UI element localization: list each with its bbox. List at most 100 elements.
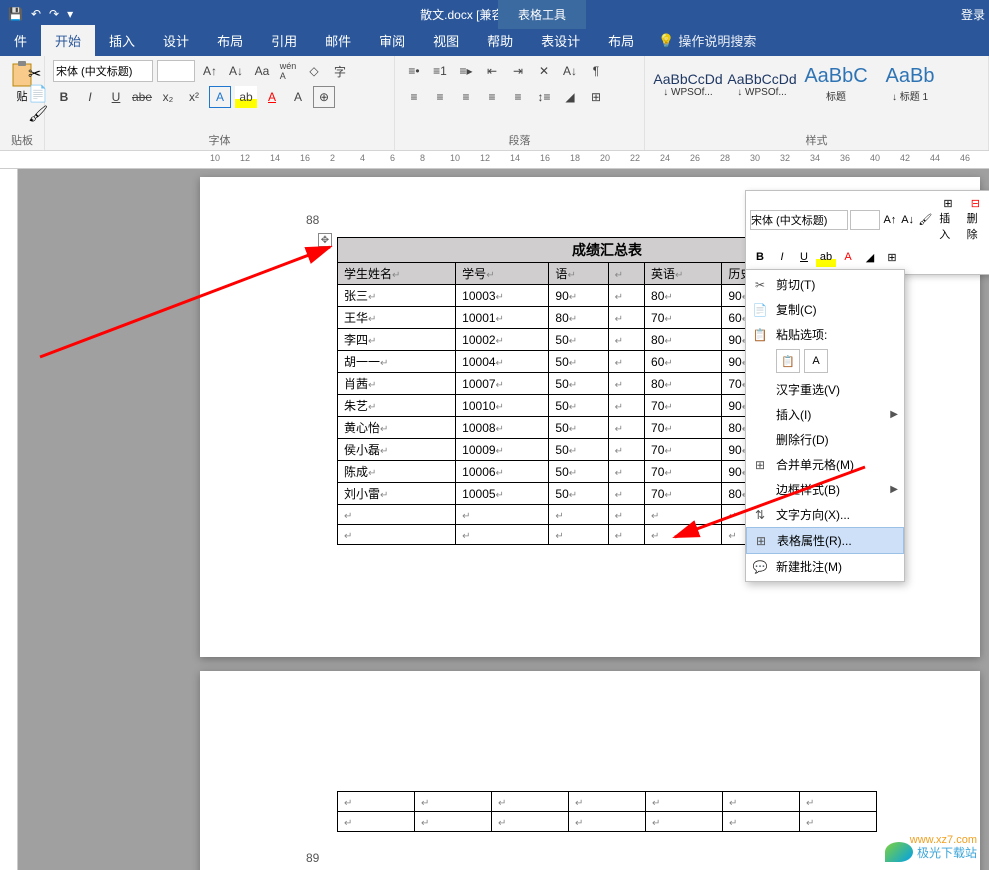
align-center-icon[interactable]: ≡ (429, 86, 451, 108)
tab-home[interactable]: 开始 (41, 25, 95, 56)
enclose-char-icon[interactable]: ⊕ (313, 86, 335, 108)
horizontal-ruler[interactable]: 1012141624681012141618202224262830323436… (0, 151, 989, 169)
mini-font-color-icon[interactable]: A (838, 247, 858, 267)
mini-shading-icon[interactable]: ◢ (860, 247, 880, 267)
text-effects-icon[interactable]: A (209, 86, 231, 108)
tab-design[interactable]: 设计 (149, 25, 203, 56)
mini-underline-button[interactable]: U (794, 247, 814, 267)
line-spacing-icon[interactable]: ↕≡ (533, 86, 555, 108)
paste-option-1[interactable]: 📋 (776, 349, 800, 373)
paste-icon: 📋 (752, 328, 768, 342)
style-gallery-item[interactable]: AaBbCcDd↓ WPSOf... (653, 66, 723, 103)
menu-smart-lookup[interactable]: 汉字重选(V) (746, 377, 904, 402)
asian-layout-icon[interactable]: ✕ (533, 60, 555, 82)
menu-new-comment[interactable]: 💬新建批注(M) (746, 554, 904, 579)
align-left-icon[interactable]: ≡ (403, 86, 425, 108)
change-case-icon[interactable]: Aa (251, 60, 273, 82)
align-justify-icon[interactable]: ≡ (481, 86, 503, 108)
underline-button[interactable]: U (105, 86, 127, 108)
highlight-icon[interactable]: ab (235, 86, 257, 108)
empty-table[interactable] (337, 791, 877, 832)
menu-cut[interactable]: ✂剪切(T) (746, 272, 904, 297)
menu-copy[interactable]: 📄复制(C) (746, 297, 904, 322)
align-distribute-icon[interactable]: ≡ (507, 86, 529, 108)
qat-dropdown-icon[interactable]: ▾ (67, 7, 73, 21)
tell-me-label: 操作说明搜索 (678, 31, 756, 50)
font-family-combo[interactable] (53, 60, 153, 82)
mini-size-combo[interactable] (850, 210, 880, 230)
menu-border-style[interactable]: 边框样式(B)▶ (746, 477, 904, 502)
copy-icon[interactable]: 📄 (28, 84, 48, 104)
save-icon[interactable]: 💾 (8, 7, 23, 21)
tell-me-search[interactable]: 💡 操作说明搜索 (648, 25, 766, 56)
tab-insert[interactable]: 插入 (95, 25, 149, 56)
menu-insert[interactable]: 插入(I)▶ (746, 402, 904, 427)
mini-insert-button[interactable]: ⊞插入 (935, 195, 960, 244)
merge-icon: ⊞ (752, 458, 768, 472)
bullets-icon[interactable]: ≡• (403, 60, 425, 82)
menu-merge-cells[interactable]: ⊞合并单元格(M) (746, 452, 904, 477)
pinyin-icon[interactable]: wénA (277, 60, 299, 82)
shading-icon[interactable]: ◢ (559, 86, 581, 108)
shrink-font-icon[interactable]: A↓ (225, 60, 247, 82)
menu-cut-label: 剪切(T) (776, 276, 815, 293)
redo-icon[interactable]: ↷ (49, 7, 59, 21)
tab-table-layout[interactable]: 布局 (594, 25, 648, 56)
group-font: A↑ A↓ Aa wénA ◇ 字 B I U abe x₂ x² A ab A… (45, 56, 395, 150)
mini-highlight-icon[interactable]: ab (816, 247, 836, 267)
strike-button[interactable]: abe (131, 86, 153, 108)
style-gallery-item[interactable]: AaBbCcDd↓ WPSOf... (727, 66, 797, 103)
bold-button[interactable]: B (53, 86, 75, 108)
tab-layout[interactable]: 布局 (203, 25, 257, 56)
font-color-icon[interactable]: A (261, 86, 283, 108)
numbering-icon[interactable]: ≡1 (429, 60, 451, 82)
menu-table-properties[interactable]: ⊞表格属性(R)... (746, 527, 904, 554)
format-painter-icon[interactable]: 🖌 (28, 104, 48, 124)
char-shading-icon[interactable]: A (287, 86, 309, 108)
subscript-button[interactable]: x₂ (157, 86, 179, 108)
mini-grow-font-icon[interactable]: A↑ (882, 210, 898, 230)
mini-format-painter-icon[interactable]: 🖌 (918, 210, 934, 230)
borders-icon[interactable]: ⊞ (585, 86, 607, 108)
multilevel-icon[interactable]: ≡▸ (455, 60, 477, 82)
increase-indent-icon[interactable]: ⇥ (507, 60, 529, 82)
italic-button[interactable]: I (79, 86, 101, 108)
contextual-tab-label: 表格工具 (498, 0, 586, 29)
grow-font-icon[interactable]: A↑ (199, 60, 221, 82)
table-move-handle[interactable]: ✥ (318, 233, 332, 247)
tab-help[interactable]: 帮助 (473, 25, 527, 56)
login-button[interactable]: 登录 (961, 6, 985, 23)
vertical-ruler[interactable] (0, 169, 18, 870)
page-number-2: 89 (306, 851, 319, 865)
mini-delete-label: 删除 (967, 210, 984, 242)
menu-text-direction[interactable]: ⇅文字方向(X)... (746, 502, 904, 527)
show-marks-icon[interactable]: ¶ (585, 60, 607, 82)
decrease-indent-icon[interactable]: ⇤ (481, 60, 503, 82)
paste-option-2[interactable]: A (804, 349, 828, 373)
tab-view[interactable]: 视图 (419, 25, 473, 56)
tab-mailings[interactable]: 邮件 (311, 25, 365, 56)
clipboard-label: 贴板 (4, 132, 40, 148)
cut-icon[interactable]: ✂ (28, 64, 41, 84)
sort-icon[interactable]: A↓ (559, 60, 581, 82)
align-right-icon[interactable]: ≡ (455, 86, 477, 108)
superscript-button[interactable]: x² (183, 86, 205, 108)
menu-delete-row[interactable]: 删除行(D) (746, 427, 904, 452)
tab-review[interactable]: 审阅 (365, 25, 419, 56)
group-paragraph: ≡• ≡1 ≡▸ ⇤ ⇥ ✕ A↓ ¶ ≡ ≡ ≡ ≡ ≡ ↕≡ ◢ ⊞ 段落 (395, 56, 645, 150)
mini-font-combo[interactable] (750, 210, 848, 230)
tab-table-design[interactable]: 表设计 (527, 25, 594, 56)
mini-delete-button[interactable]: ⊟删除 (963, 195, 988, 244)
style-gallery-item[interactable]: AaBb↓ 标题 1 (875, 60, 945, 108)
char-border-icon[interactable]: 字 (329, 60, 351, 82)
mini-italic-button[interactable]: I (772, 247, 792, 267)
mini-borders-icon[interactable]: ⊞ (882, 247, 902, 267)
undo-icon[interactable]: ↶ (31, 7, 41, 21)
style-gallery-item[interactable]: AaBbC标题 (801, 60, 871, 108)
mini-shrink-font-icon[interactable]: A↓ (900, 210, 916, 230)
mini-bold-button[interactable]: B (750, 247, 770, 267)
font-size-combo[interactable] (157, 60, 195, 82)
clear-format-icon[interactable]: ◇ (303, 60, 325, 82)
tab-references[interactable]: 引用 (257, 25, 311, 56)
tab-file[interactable]: 件 (0, 25, 41, 56)
